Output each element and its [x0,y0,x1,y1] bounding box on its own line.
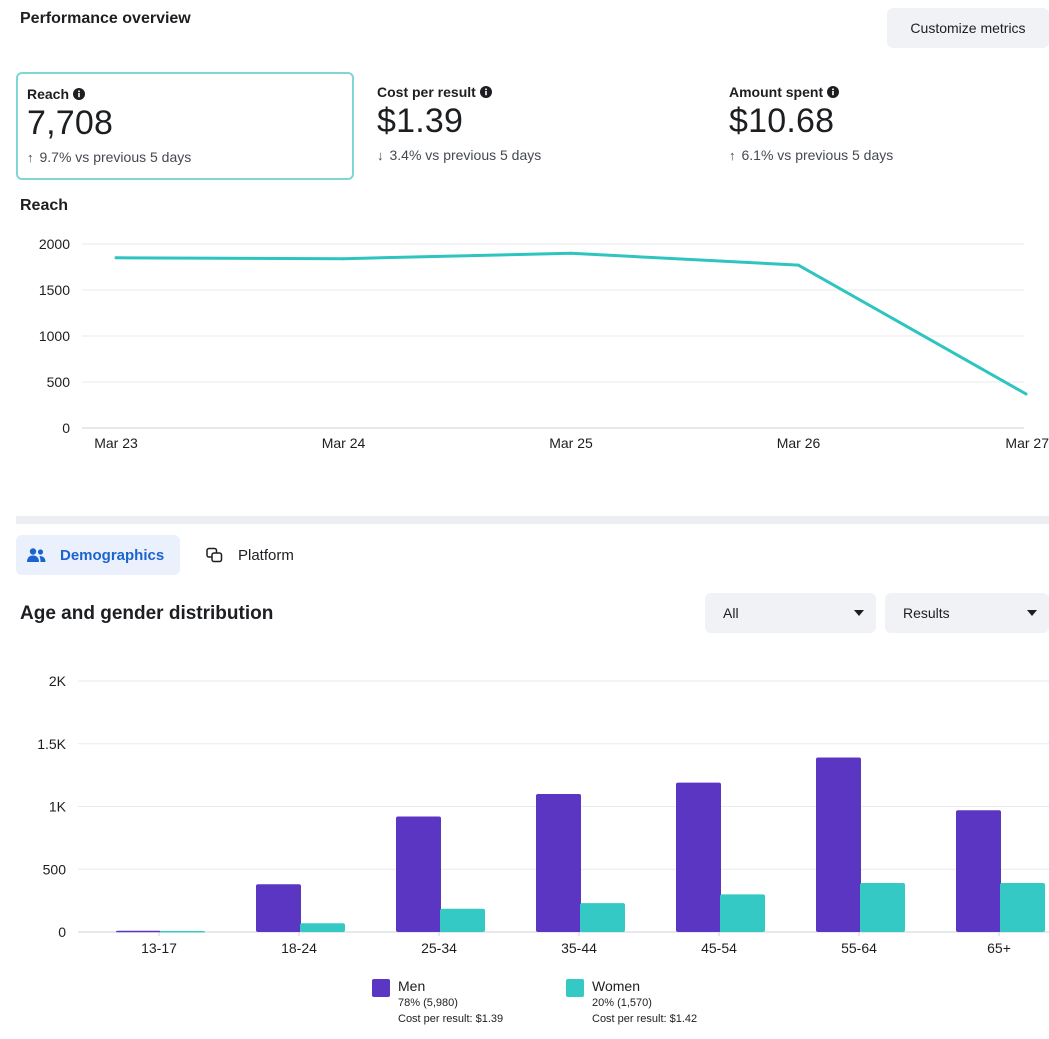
data-point [114,256,118,260]
y-tick-label: 500 [47,374,71,390]
data-point [342,257,345,261]
x-tick-label: 55-64 [841,940,877,956]
select-value: Results [903,605,950,621]
y-tick-label: 2000 [39,236,70,252]
metric-card-reach[interactable]: Reach 7,708 ↑ 9.7% vs previous 5 days [16,72,354,180]
bar-women [720,894,765,932]
legend-share: 20% (1,570) [592,997,652,1009]
metric-select[interactable]: Results [885,593,1049,633]
tab-platform[interactable]: Platform [206,535,294,575]
legend-name: Women [592,978,640,994]
metric-change: 3.4% vs previous 5 days [389,147,542,163]
tab-demographics[interactable]: Demographics [16,535,180,575]
legend-swatch-women [566,979,584,997]
info-icon[interactable] [73,88,86,100]
x-tick-label: 25-34 [421,940,457,956]
reach-line-series [115,251,1027,396]
y-tick-label: 1500 [39,282,70,298]
bar-women [860,883,905,932]
bar-men [396,816,441,932]
arrow-up-icon: ↑ [729,147,736,163]
x-tick-label: Mar 24 [322,435,366,451]
data-point [797,263,800,267]
platform-icon [206,547,223,563]
metric-card-amount-spent[interactable]: Amount spent $10.68 ↑ 6.1% vs previous 5… [720,72,1049,180]
legend-cost: Cost per result: $1.39 [398,1013,504,1025]
tab-label: Demographics [60,546,165,564]
x-tick-label: Mar 23 [94,435,138,451]
demographics-title: Age and gender distribution [20,603,274,624]
bar-men [676,782,721,932]
metric-label: Reach [27,86,70,102]
y-tick-label: 2K [49,673,67,689]
legend-name: Men [398,978,426,994]
x-tick-label: Mar 25 [549,435,593,451]
arrow-down-icon: ↓ [377,147,384,163]
legend-item-women: Women 20% (1,570) Cost per result: $1.42 [566,978,697,1026]
people-icon [27,548,46,562]
metric-change: 6.1% vs previous 5 days [741,147,894,163]
x-tick-label: 65+ [987,940,1011,956]
y-tick-label: 500 [43,861,67,877]
x-tick-label: Mar 26 [777,435,821,451]
metric-value: $10.68 [729,102,835,140]
legend-share: 78% (5,980) [398,997,458,1009]
x-tick-label: 35-44 [561,940,597,956]
y-tick-label: 0 [58,924,66,940]
bar-men [536,793,581,932]
reach-chart-title: Reach [20,197,69,214]
legend-item-men: Men 78% (5,980) Cost per result: $1.39 [372,978,503,1026]
metric-card-cost-per-result[interactable]: Cost per result $1.39 ↓ 3.4% vs previous… [368,72,706,180]
bar-men [116,930,161,933]
info-icon[interactable] [479,86,492,98]
bar-women [300,923,345,932]
data-point [569,251,573,255]
legend-swatch-men [372,979,390,997]
x-tick-label: Mar 27 [1005,435,1049,451]
y-tick-label: 0 [62,420,70,436]
reach-line-chart: 0 500 1000 1500 2000 Mar 23 Mar 24 Mar 25 Mar 26… [39,236,1049,451]
y-tick-label: 1000 [39,328,70,344]
bar-women [160,930,205,933]
bar-men [816,757,861,932]
legend-cost: Cost per result: $1.42 [592,1013,698,1025]
metric-value: 7,708 [27,104,114,142]
metric-label: Amount spent [729,84,824,100]
x-tick-label: 45-54 [701,940,737,956]
x-tick-label: 18-24 [281,940,317,956]
y-tick-label: 1K [49,799,67,815]
metric-change: 9.7% vs previous 5 days [39,149,192,165]
caret-down-icon [854,610,864,616]
section-divider [16,516,1049,524]
audience-filter-select[interactable]: All [705,593,876,633]
metric-value: $1.39 [377,102,464,140]
info-icon[interactable] [827,86,840,98]
bar-men [256,884,301,932]
caret-down-icon [1027,610,1037,616]
tab-label: Platform [238,546,294,564]
bar-men [956,810,1001,932]
bar-women [440,908,485,932]
age-gender-bar-chart: 0 500 1K 1.5K 2K 13-17 18-24 25-34 35-44 45-54 55-… [37,673,1049,956]
select-value: All [723,605,739,621]
metric-label: Cost per result [377,84,476,100]
bar-women [1000,883,1045,932]
page-title: Performance overview [20,10,191,27]
arrow-up-icon: ↑ [27,149,34,165]
customize-metrics-button[interactable]: Customize metrics [887,8,1049,48]
data-point [1024,392,1028,396]
y-tick-label: 1.5K [37,736,66,752]
bar-women [580,903,625,932]
x-tick-label: 13-17 [141,940,177,956]
